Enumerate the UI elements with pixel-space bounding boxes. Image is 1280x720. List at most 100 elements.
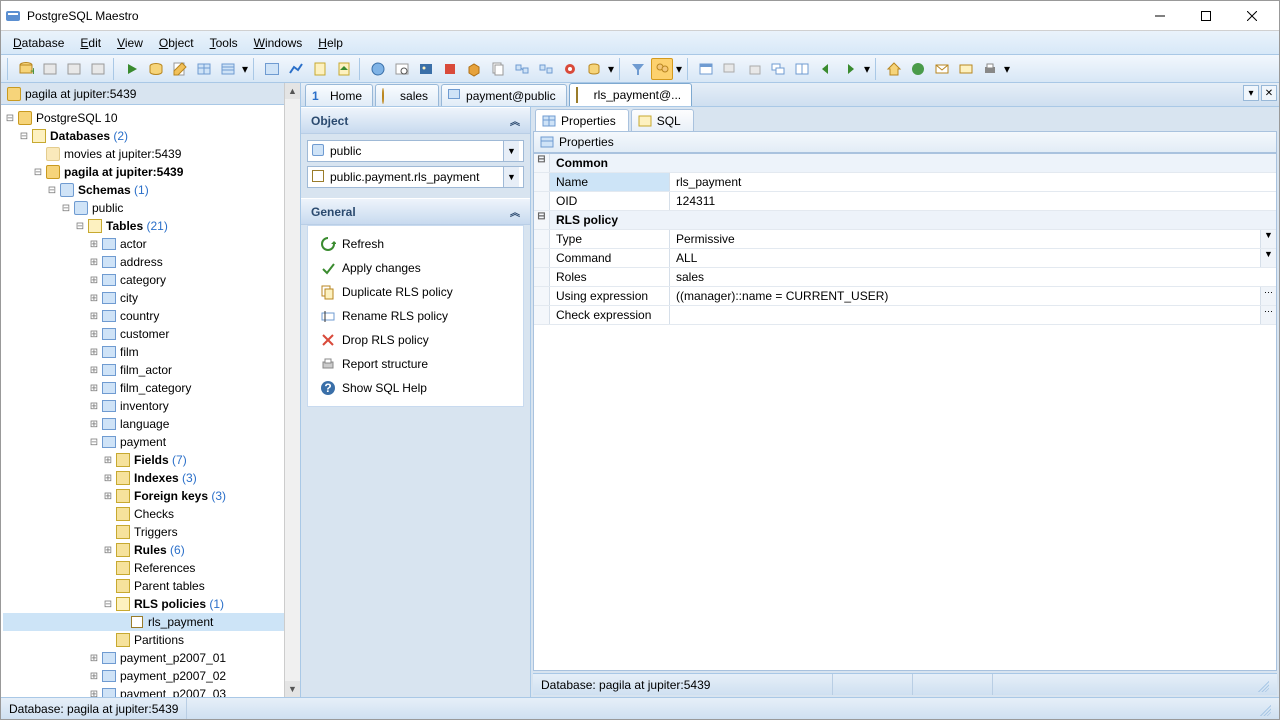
- tool-grid[interactable]: [193, 58, 215, 80]
- tree-table[interactable]: language: [120, 417, 169, 431]
- tree-tables[interactable]: Tables: [106, 219, 143, 233]
- tree-checks[interactable]: Checks: [134, 507, 174, 521]
- tool-note[interactable]: [309, 58, 331, 80]
- tab-home[interactable]: 1Home: [305, 84, 373, 106]
- tree-table[interactable]: payment_p2007_02: [120, 669, 226, 683]
- dropdown-button[interactable]: ▼: [1260, 230, 1276, 248]
- tree-indexes[interactable]: Indexes: [134, 471, 179, 485]
- object-tree[interactable]: ⊟PostgreSQL 10 ⊟Databases (2) movies at …: [1, 105, 300, 697]
- tool-globe[interactable]: [367, 58, 389, 80]
- tree-rules[interactable]: Rules: [134, 543, 167, 557]
- menu-tools[interactable]: Tools: [202, 34, 246, 52]
- subtab-properties[interactable]: Properties: [535, 109, 629, 131]
- tree-table[interactable]: film_category: [120, 381, 191, 395]
- tool-db-2[interactable]: [63, 58, 85, 80]
- object-combo[interactable]: public.payment.rls_payment ▼: [307, 166, 524, 188]
- tool-home[interactable]: [883, 58, 905, 80]
- action-apply[interactable]: Apply changes: [314, 256, 517, 280]
- tool-db2[interactable]: [583, 58, 605, 80]
- tool-gear[interactable]: [559, 58, 581, 80]
- tool-fwd[interactable]: [839, 58, 861, 80]
- tree-refs[interactable]: References: [134, 561, 195, 575]
- tree-table-payment[interactable]: payment: [120, 435, 166, 449]
- tool-filter[interactable]: [627, 58, 649, 80]
- tab-payment[interactable]: payment@public: [441, 84, 567, 106]
- toolbar-overflow-5[interactable]: ▾: [1003, 62, 1011, 76]
- tool-print[interactable]: [979, 58, 1001, 80]
- tree-table[interactable]: country: [120, 309, 159, 323]
- toolbar-overflow-1[interactable]: ▾: [241, 62, 249, 76]
- properties-grid[interactable]: ⊟Common Name OID124311 ⊟RLS policy TypeP…: [533, 153, 1277, 671]
- tool-world[interactable]: [907, 58, 929, 80]
- tab-close-button[interactable]: ✕: [1261, 85, 1277, 101]
- tool-sql[interactable]: [145, 58, 167, 80]
- tree-table[interactable]: actor: [120, 237, 147, 251]
- dropdown-button[interactable]: ▼: [1260, 249, 1276, 267]
- subtab-sql[interactable]: SQL: [631, 109, 694, 131]
- tool-run[interactable]: [121, 58, 143, 80]
- object-section-header[interactable]: Object ︽: [301, 107, 530, 134]
- tool-copy[interactable]: [487, 58, 509, 80]
- tree-table[interactable]: category: [120, 273, 166, 287]
- minimize-button[interactable]: [1137, 2, 1183, 30]
- tree-triggers[interactable]: Triggers: [134, 525, 178, 539]
- schema-combo[interactable]: public ▼: [307, 140, 524, 162]
- tool-users-active[interactable]: [651, 58, 673, 80]
- tool-linkdel[interactable]: [535, 58, 557, 80]
- tab-rls-payment[interactable]: rls_payment@...: [569, 83, 693, 106]
- tree-table[interactable]: film_actor: [120, 363, 172, 377]
- menu-view[interactable]: View: [109, 34, 151, 52]
- tree-scrollbar[interactable]: ▲ ▼: [284, 83, 300, 697]
- prop-val-type[interactable]: Permissive: [670, 230, 1260, 248]
- menu-object[interactable]: Object: [151, 34, 202, 52]
- close-button[interactable]: [1229, 2, 1275, 30]
- tree-fields[interactable]: Fields: [134, 453, 169, 467]
- tool-red[interactable]: [439, 58, 461, 80]
- tab-dropdown-button[interactable]: ▾: [1243, 85, 1259, 101]
- db-selector-bar[interactable]: pagila at jupiter:5439: [1, 83, 300, 105]
- tree-table[interactable]: city: [120, 291, 138, 305]
- toolbar-overflow-3[interactable]: ▾: [675, 62, 683, 76]
- tree-table[interactable]: payment_p2007_03: [120, 687, 226, 697]
- tool-search[interactable]: [391, 58, 413, 80]
- tree-schema-public[interactable]: public: [92, 201, 123, 215]
- prop-val-check[interactable]: [670, 306, 1260, 324]
- tree-databases[interactable]: Databases: [50, 129, 110, 143]
- tool-edit[interactable]: [169, 58, 191, 80]
- prop-val-name[interactable]: [676, 175, 1270, 189]
- action-report[interactable]: Report structure: [314, 352, 517, 376]
- action-duplicate[interactable]: Duplicate RLS policy: [314, 280, 517, 304]
- tool-db-3[interactable]: [87, 58, 109, 80]
- ellipsis-button[interactable]: ⋯: [1260, 306, 1276, 324]
- menu-edit[interactable]: Edit: [72, 34, 109, 52]
- tool-win[interactable]: [695, 58, 717, 80]
- tree-db-pagila[interactable]: pagila at jupiter:5439: [64, 165, 183, 179]
- ellipsis-button[interactable]: ⋯: [1260, 287, 1276, 305]
- tool-mail2[interactable]: [955, 58, 977, 80]
- menu-database[interactable]: Database: [5, 34, 72, 52]
- menu-help[interactable]: Help: [310, 34, 351, 52]
- action-rename[interactable]: Rename RLS policy: [314, 304, 517, 328]
- tree-schemas[interactable]: Schemas: [78, 183, 131, 197]
- toolbar-overflow-2[interactable]: ▾: [607, 62, 615, 76]
- tool-wins[interactable]: [767, 58, 789, 80]
- resize-grip-icon[interactable]: [1257, 702, 1271, 716]
- tree-rls[interactable]: RLS policies: [134, 597, 206, 611]
- prop-val-command[interactable]: ALL: [670, 249, 1260, 267]
- tree-table[interactable]: customer: [120, 327, 169, 341]
- tool-chart[interactable]: [285, 58, 307, 80]
- tool-db-new[interactable]: +: [15, 58, 37, 80]
- tool-table[interactable]: [261, 58, 283, 80]
- general-section-header[interactable]: General ︽: [301, 198, 530, 225]
- tool-img[interactable]: [415, 58, 437, 80]
- tree-root[interactable]: PostgreSQL 10: [36, 111, 118, 125]
- tree-fkeys[interactable]: Foreign keys: [134, 489, 208, 503]
- tree-table[interactable]: payment_p2007_01: [120, 651, 226, 665]
- tool-mail[interactable]: [931, 58, 953, 80]
- tool-win3[interactable]: [743, 58, 765, 80]
- prop-val-roles[interactable]: sales: [670, 268, 1276, 286]
- tree-parent[interactable]: Parent tables: [134, 579, 205, 593]
- tree-table[interactable]: film: [120, 345, 139, 359]
- tool-grid2[interactable]: [217, 58, 239, 80]
- toolbar-overflow-4[interactable]: ▾: [863, 62, 871, 76]
